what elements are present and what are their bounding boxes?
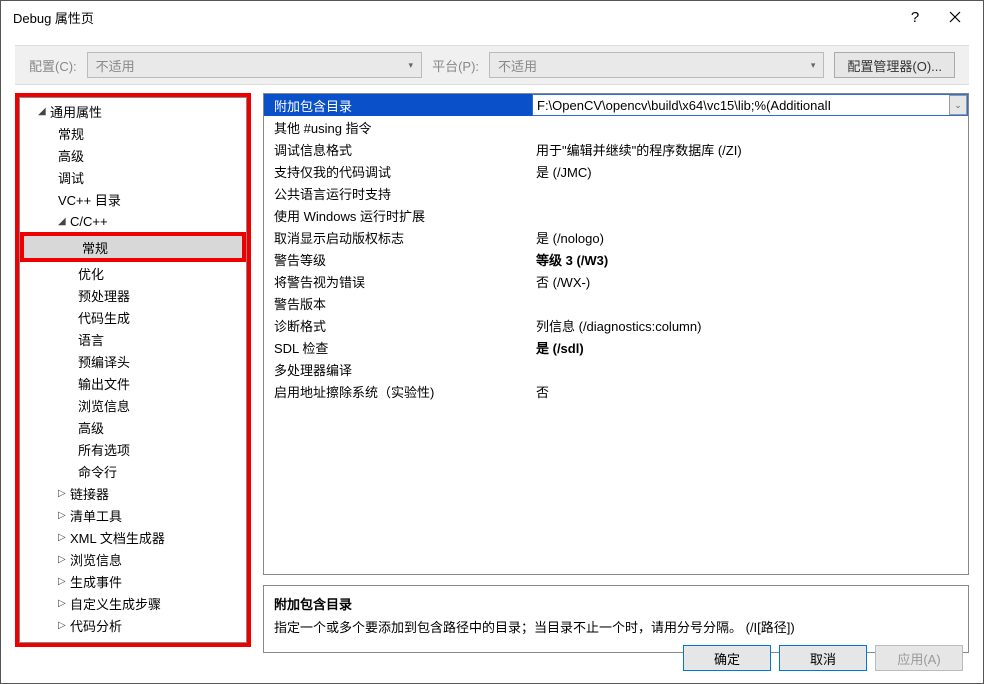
property-label: 使用 Windows 运行时扩展	[264, 206, 532, 225]
property-label: 多处理器编译	[264, 360, 532, 379]
property-value[interactable]: 等级 3 (/W3)	[532, 250, 968, 269]
tree-item-selected[interactable]: 常规	[20, 232, 246, 262]
apply-button[interactable]: 应用(A)	[875, 645, 963, 671]
tree-item[interactable]: 浏览信息	[20, 394, 246, 416]
help-panel: 附加包含目录 指定一个或多个要添加到包含路径中的目录；当目录不止一个时，请用分号…	[263, 585, 969, 653]
tree-item[interactable]: ▷浏览信息	[20, 548, 246, 570]
tree-item[interactable]: 高级	[20, 144, 246, 166]
help-title: 附加包含目录	[274, 594, 958, 613]
tree-item[interactable]: 常规	[20, 122, 246, 144]
tree-item[interactable]: ▷自定义生成步骤	[20, 592, 246, 614]
config-label: 配置(C):	[29, 56, 77, 75]
property-label: 支持仅我的代码调试	[264, 162, 532, 181]
chevron-down-icon: ⌄	[954, 100, 962, 111]
property-row[interactable]: 警告版本	[264, 292, 968, 314]
property-row[interactable]: 其他 #using 指令	[264, 116, 968, 138]
tree-root[interactable]: ◢通用属性	[20, 100, 246, 122]
tree-panel[interactable]: ◢通用属性 常规 高级 调试 VC++ 目录 ◢C/C++ 常规 优化 预处理器…	[15, 93, 251, 647]
property-value[interactable]: 用于"编辑并继续"的程序数据库 (/ZI)	[532, 140, 968, 159]
tree-item[interactable]: 预处理器	[20, 284, 246, 306]
property-grid: 附加包含目录F:\OpenCV\opencv\build\x64\vc15\li…	[263, 93, 969, 575]
tree-item[interactable]: 调试	[20, 166, 246, 188]
titlebar: Debug 属性页 ?	[1, 1, 983, 33]
tree-item[interactable]: 所有选项	[20, 438, 246, 460]
tree-item[interactable]: 语言	[20, 328, 246, 350]
window-title: Debug 属性页	[9, 8, 895, 27]
property-value[interactable]: 是 (/JMC)	[532, 162, 968, 181]
tree-item[interactable]: 优化	[20, 262, 246, 284]
property-row[interactable]: 诊断格式列信息 (/diagnostics:column)	[264, 314, 968, 336]
tree-item[interactable]: 代码生成	[20, 306, 246, 328]
chevron-down-icon: ▾	[409, 60, 414, 71]
chevron-down-icon: ▾	[811, 60, 816, 71]
tree-item[interactable]: ▷链接器	[20, 482, 246, 504]
tree-item[interactable]: ▷生成事件	[20, 570, 246, 592]
property-row[interactable]: 取消显示启动版权标志是 (/nologo)	[264, 226, 968, 248]
help-body: 指定一个或多个要添加到包含路径中的目录；当目录不止一个时，请用分号分隔。 (/I…	[274, 617, 958, 636]
tree-item[interactable]: 预编译头	[20, 350, 246, 372]
tree-item[interactable]: 输出文件	[20, 372, 246, 394]
property-row[interactable]: 使用 Windows 运行时扩展	[264, 204, 968, 226]
cancel-button[interactable]: 取消	[779, 645, 867, 671]
config-combo[interactable]: 不适用▾	[87, 52, 422, 78]
property-label: 公共语言运行时支持	[264, 184, 532, 203]
property-row[interactable]: 多处理器编译	[264, 358, 968, 380]
property-value[interactable]: 是 (/nologo)	[532, 228, 968, 247]
tree-item[interactable]: VC++ 目录	[20, 188, 246, 210]
help-button[interactable]: ?	[895, 1, 935, 33]
property-label: 启用地址擦除系统（实验性)	[264, 382, 532, 401]
property-label: 其他 #using 指令	[264, 118, 532, 137]
close-button[interactable]	[935, 1, 975, 33]
tree-item[interactable]: ▷XML 文档生成器	[20, 526, 246, 548]
property-label: 调试信息格式	[264, 140, 532, 159]
property-row[interactable]: 启用地址擦除系统（实验性)否	[264, 380, 968, 402]
property-label: 警告版本	[264, 294, 532, 313]
property-label: SDL 检查	[264, 338, 532, 357]
platform-combo[interactable]: 不适用▾	[489, 52, 824, 78]
property-value[interactable]: F:\OpenCV\opencv\build\x64\vc15\lib;%(Ad…	[532, 94, 968, 116]
property-row[interactable]: SDL 检查是 (/sdl)	[264, 336, 968, 358]
property-row[interactable]: 将警告视为错误否 (/WX-)	[264, 270, 968, 292]
config-bar: 配置(C): 不适用▾ 平台(P): 不适用▾ 配置管理器(O)...	[15, 45, 969, 85]
tree-item[interactable]: 命令行	[20, 460, 246, 482]
property-value[interactable]: 否 (/WX-)	[532, 272, 968, 291]
property-value[interactable]: 列信息 (/diagnostics:column)	[532, 316, 968, 335]
property-label: 诊断格式	[264, 316, 532, 335]
ok-button[interactable]: 确定	[683, 645, 771, 671]
tree-item[interactable]: ▷代码分析	[20, 614, 246, 636]
property-label: 取消显示启动版权标志	[264, 228, 532, 247]
property-value[interactable]: 是 (/sdl)	[532, 338, 968, 357]
property-label: 附加包含目录	[264, 96, 532, 115]
dropdown-button[interactable]: ⌄	[949, 95, 967, 115]
property-label: 将警告视为错误	[264, 272, 532, 291]
property-row[interactable]: 调试信息格式用于"编辑并继续"的程序数据库 (/ZI)	[264, 138, 968, 160]
property-value[interactable]: 否	[532, 382, 968, 401]
config-manager-button[interactable]: 配置管理器(O)...	[834, 52, 955, 78]
property-row[interactable]: 警告等级等级 3 (/W3)	[264, 248, 968, 270]
property-row[interactable]: 附加包含目录F:\OpenCV\opencv\build\x64\vc15\li…	[264, 94, 968, 116]
tree-item[interactable]: ▷清单工具	[20, 504, 246, 526]
property-row[interactable]: 公共语言运行时支持	[264, 182, 968, 204]
tree-ccpp[interactable]: ◢C/C++	[20, 210, 246, 232]
button-bar: 确定 取消 应用(A)	[683, 645, 963, 671]
property-row[interactable]: 支持仅我的代码调试是 (/JMC)	[264, 160, 968, 182]
platform-label: 平台(P):	[432, 56, 479, 75]
tree-item[interactable]: 高级	[20, 416, 246, 438]
property-label: 警告等级	[264, 250, 532, 269]
